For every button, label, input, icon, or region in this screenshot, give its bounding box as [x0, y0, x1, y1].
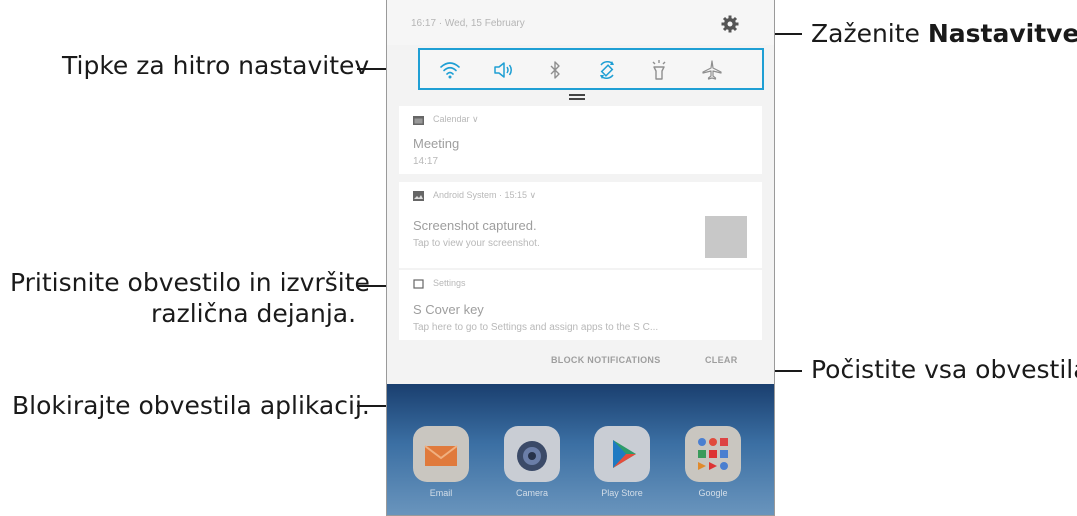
camera-lens-icon — [517, 441, 547, 471]
app-label: Email — [429, 488, 453, 498]
status-date-time: 16:17 · Wed, 15 February — [411, 18, 525, 29]
callout-block: Blokirajte obvestila aplikacij. — [12, 391, 370, 420]
screenshot-thumbnail[interactable] — [705, 216, 747, 258]
block-notifications-button[interactable]: BLOCK NOTIFICATIONS — [551, 355, 661, 365]
notification-subtitle: Tap to view your screenshot. — [413, 238, 540, 249]
camera-app-icon[interactable] — [504, 426, 560, 482]
callout-settings: Zaženite Nastavitve. — [811, 19, 1077, 49]
notification-subtitle: Tap here to go to Settings and assign ap… — [413, 322, 659, 333]
gear-icon[interactable] — [720, 14, 740, 34]
auto-rotate-icon[interactable] — [596, 59, 618, 81]
sound-icon[interactable] — [492, 59, 514, 81]
app-name: Android System · 15:15 ∨ — [433, 190, 537, 200]
quick-settings-bar — [418, 48, 764, 90]
notification-settings[interactable]: Settings S Cover key Tap here to go to S… — [399, 270, 762, 340]
google-folder-icon[interactable] — [685, 426, 741, 482]
notification-title: Screenshot captured. — [413, 218, 537, 233]
wifi-icon[interactable] — [439, 59, 461, 81]
play-store-app-icon[interactable] — [594, 426, 650, 482]
home-screen: Email Camera Play Store Google — [387, 384, 774, 515]
callout-clear: Počistite vsa obvestila. — [811, 355, 1077, 384]
drag-handle-top[interactable] — [569, 94, 585, 96]
callout-notification-line1: Pritisnite obvestilo in izvršite — [10, 268, 370, 297]
callout-quick-settings: Tipke za hitro nastavitev — [62, 51, 370, 80]
app-label: Play Store — [601, 488, 643, 498]
notification-title: S Cover key — [413, 302, 484, 317]
app-name: Settings — [433, 278, 466, 288]
callout-settings-bold: Nastavitve — [927, 19, 1077, 48]
notification-title: Meeting — [413, 136, 460, 151]
bluetooth-icon[interactable] — [544, 59, 566, 81]
notification-actions: BLOCK NOTIFICATIONS CLEAR — [399, 340, 762, 382]
drag-handle-bottom[interactable] — [569, 98, 585, 100]
play-icon — [613, 440, 636, 468]
callout-notification-line2: različna dejanja. — [151, 299, 357, 328]
folder-apps-icon — [698, 438, 728, 470]
settings-app-icon — [413, 279, 424, 289]
flashlight-icon[interactable] — [648, 59, 670, 81]
status-bar: 16:17 · Wed, 15 February — [387, 0, 774, 45]
app-name: Calendar ∨ — [433, 114, 479, 124]
clear-button[interactable]: CLEAR — [705, 355, 738, 365]
calendar-icon — [413, 116, 424, 125]
envelope-icon — [424, 445, 458, 466]
notification-screenshot[interactable]: Android System · 15:15 ∨ Screenshot capt… — [399, 182, 762, 268]
image-icon — [413, 191, 424, 201]
app-label: Google — [698, 488, 728, 498]
app-label: Camera — [515, 488, 548, 498]
notification-subtitle: 14:17 — [413, 156, 439, 167]
notification-calendar[interactable]: Calendar ∨ Meeting 14:17 — [399, 106, 762, 174]
email-app-icon[interactable] — [413, 426, 469, 482]
callout-settings-prefix: Zaženite — [811, 19, 928, 48]
airplane-icon[interactable] — [701, 59, 723, 81]
notification-panel: 16:17 · Wed, 15 February Calendar ∨ Meet… — [386, 0, 775, 516]
